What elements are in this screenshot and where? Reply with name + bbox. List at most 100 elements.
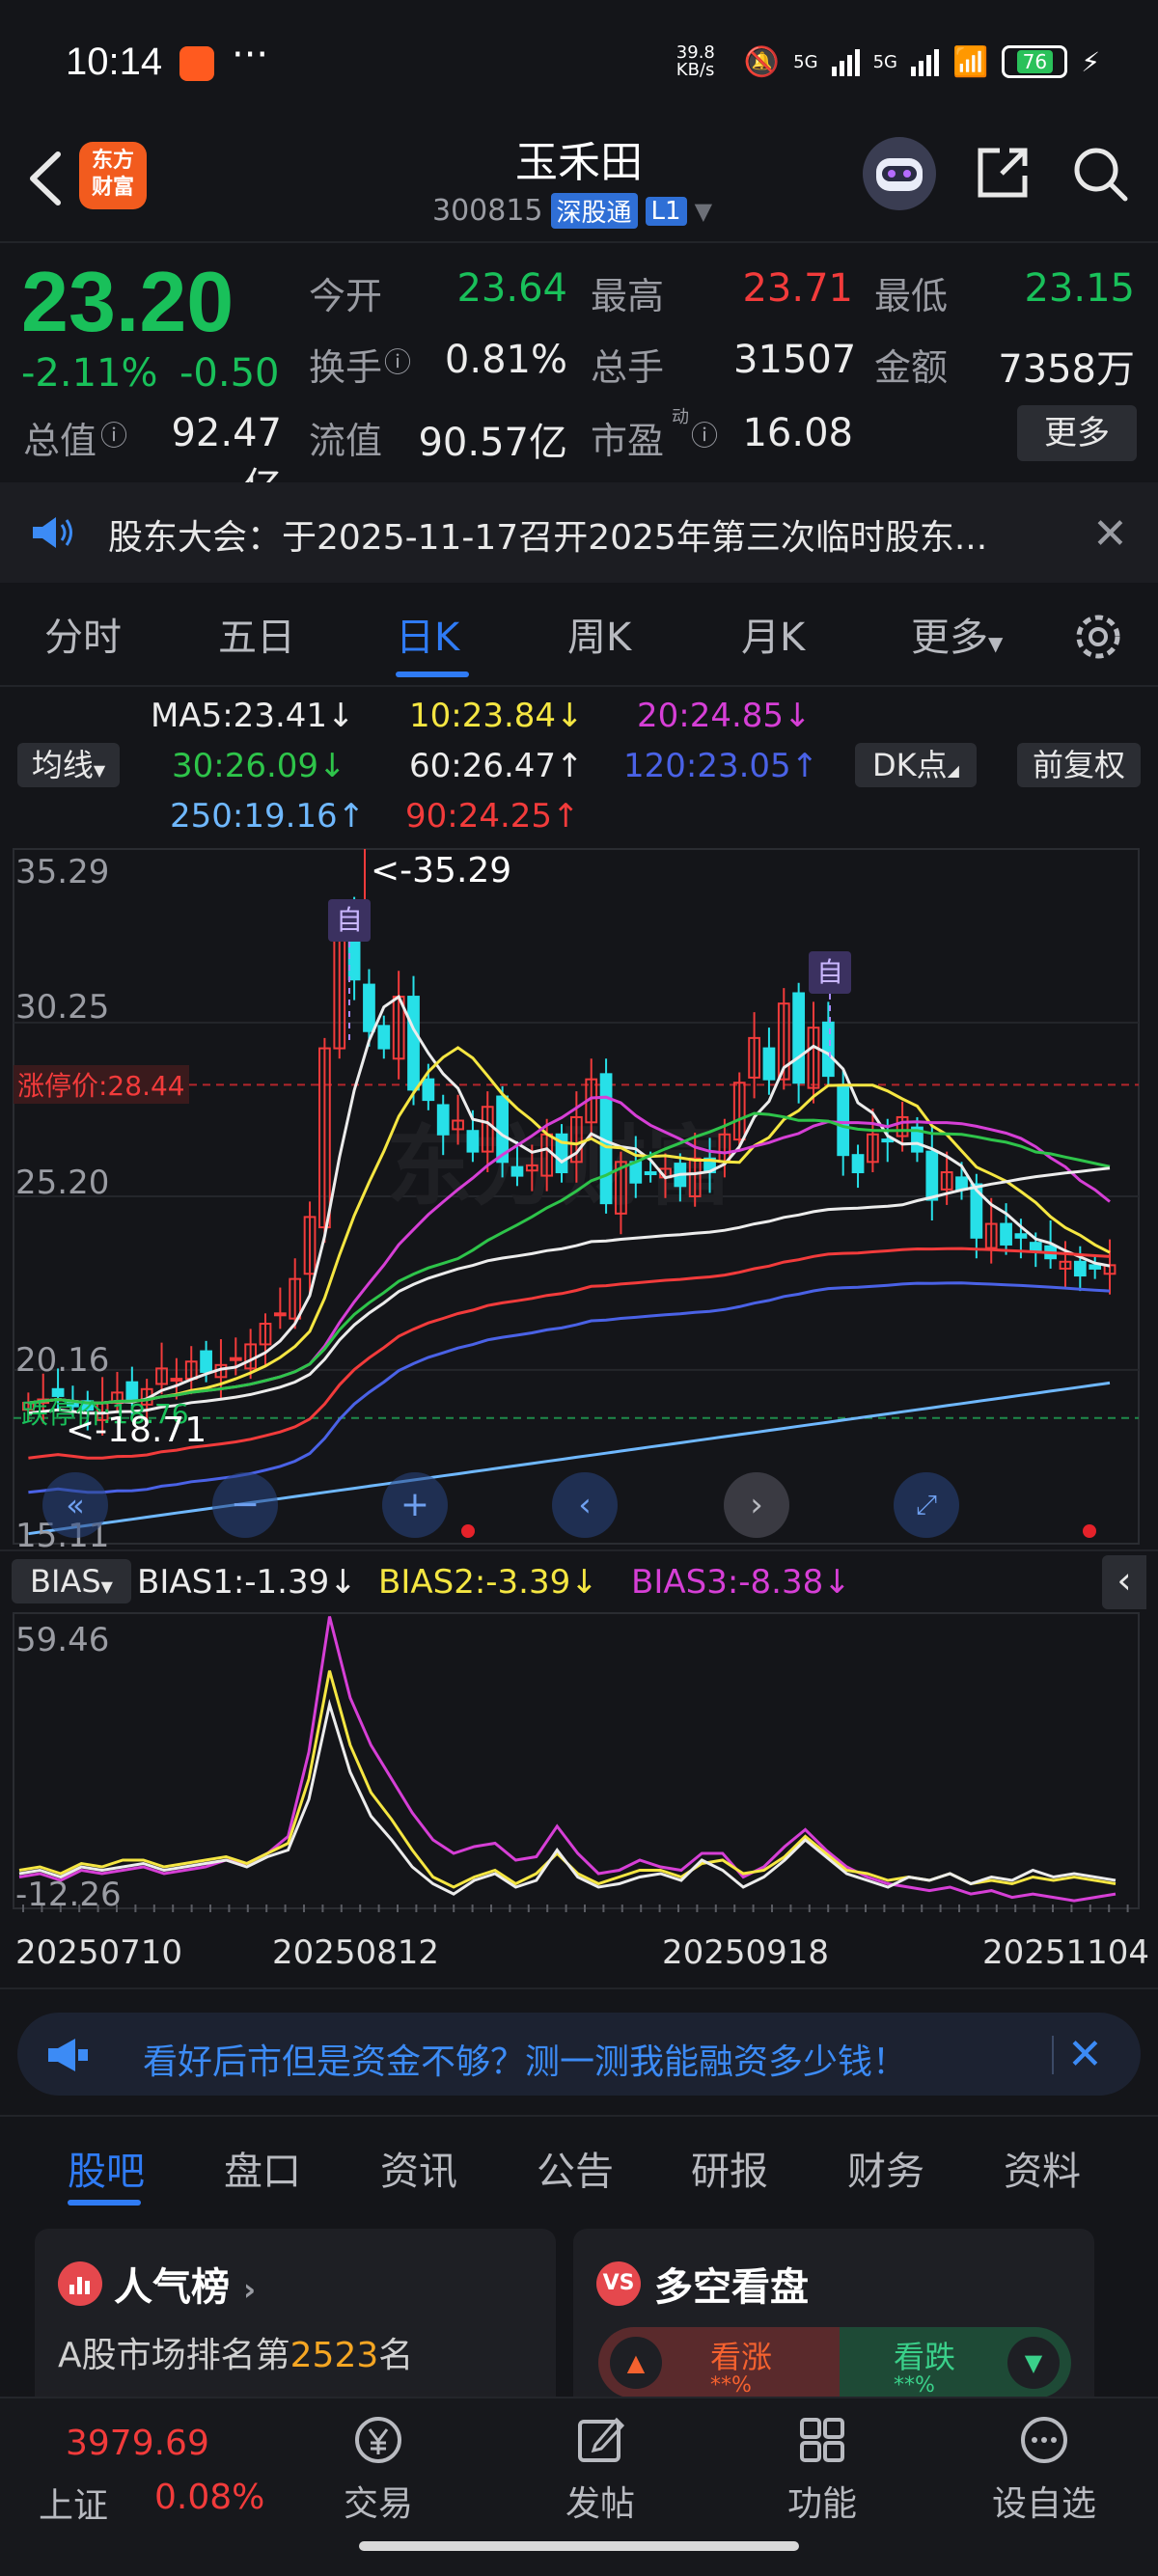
- bias-selector-label: BIAS: [30, 1563, 101, 1600]
- open-label: 今开: [309, 275, 383, 317]
- candle-body: [837, 1084, 850, 1157]
- ranking-icon: [58, 2261, 102, 2306]
- fullscreen-icon[interactable]: ⤢: [894, 1472, 959, 1538]
- stock-subtitle[interactable]: 300815 深股通 L1 ▼: [432, 193, 712, 229]
- popularity-card[interactable]: [35, 2229, 556, 2422]
- tab-daily-k[interactable]: 日K: [396, 606, 459, 662]
- scroll-left-icon[interactable]: ‹: [552, 1472, 618, 1538]
- close-icon[interactable]: ✕: [1067, 2030, 1103, 2079]
- date-label: 20250812: [272, 1933, 440, 1972]
- more-notifications-icon: ···: [232, 33, 269, 77]
- close-icon[interactable]: ✕: [1092, 509, 1128, 559]
- bias3-value: BIAS3:-8.38: [631, 1563, 824, 1602]
- mute-icon: 🔕: [743, 44, 781, 79]
- ma20-value: 20:24.85: [637, 697, 785, 735]
- tab-intraday[interactable]: 分时: [44, 606, 122, 662]
- nav-functions[interactable]: 功能: [745, 2412, 899, 2526]
- zoom-in-icon[interactable]: +: [382, 1472, 448, 1538]
- float-cap-label: 流值: [309, 420, 383, 462]
- nav-watchlist[interactable]: 设自选: [967, 2412, 1121, 2526]
- bull-button[interactable]: ▲ 看涨 **%: [598, 2327, 840, 2398]
- event-dot: [461, 1524, 475, 1538]
- divider: [0, 1549, 1158, 1551]
- candle-body: [363, 983, 375, 1032]
- rank-suffix: 名: [378, 2336, 414, 2375]
- event-dot: [1083, 1524, 1096, 1538]
- nav-trade[interactable]: 交易: [301, 2412, 455, 2526]
- zoom-out-icon[interactable]: −: [212, 1472, 278, 1538]
- dk-point-label: DK点: [872, 747, 948, 783]
- tab-announcements[interactable]: 公告: [537, 2140, 614, 2196]
- change-amount: -0.50: [179, 351, 280, 396]
- nav-trade-label: 交易: [343, 2484, 413, 2524]
- info-icon[interactable]: ⓘ: [100, 415, 127, 453]
- more-button[interactable]: 更多: [1017, 405, 1137, 461]
- tab-research[interactable]: 研报: [691, 2140, 768, 2196]
- nav-post[interactable]: 发帖: [523, 2412, 677, 2526]
- index-change[interactable]: 0.08%: [154, 2478, 264, 2517]
- scroll-left-fast-icon[interactable]: «: [42, 1472, 108, 1538]
- divider: [0, 2115, 1158, 2117]
- home-indicator[interactable]: [359, 2541, 799, 2551]
- index-value[interactable]: 3979.69: [66, 2424, 209, 2463]
- high-label: 最高: [591, 275, 665, 317]
- index-name[interactable]: 上证: [39, 2478, 108, 2528]
- ma60-label: 60:26.47↑: [409, 747, 584, 785]
- ai-assistant-icon[interactable]: [863, 137, 936, 210]
- amount-label: 金额: [874, 346, 949, 389]
- ma5-value: MA5:23.41: [151, 697, 328, 735]
- vs-icon: VS: [596, 2261, 641, 2306]
- date-label: 20250710: [15, 1933, 183, 1972]
- high-value: 23.71: [742, 266, 853, 311]
- pe-superscript: 动: [672, 407, 689, 427]
- bias2-line: [18, 1670, 1117, 1889]
- tab-financials[interactable]: 财务: [847, 2140, 924, 2196]
- gear-icon[interactable]: [1069, 608, 1127, 666]
- ma120-label: 120:23.05↑: [623, 747, 819, 785]
- ma10-label: 10:23.84↓: [409, 697, 584, 735]
- divider: [0, 241, 1158, 243]
- notice-text: 股东大会：于2025-11-17召开2025年第三次临时股东...: [108, 518, 988, 558]
- candle-body: [762, 1047, 776, 1081]
- self-select-marker[interactable]: 自: [809, 951, 851, 994]
- bear-button[interactable]: 看跌 **% ▼: [840, 2327, 1071, 2398]
- tab-orderbook[interactable]: 盘口: [224, 2140, 301, 2196]
- date-label: 20251104: [982, 1933, 1150, 1972]
- tab-forum[interactable]: 股吧: [68, 2140, 145, 2196]
- scroll-right-icon[interactable]: ›: [724, 1472, 789, 1538]
- collapse-icon[interactable]: ‹: [1102, 1555, 1146, 1609]
- tab-more[interactable]: 更多▼: [911, 606, 1003, 662]
- charging-icon: ⚡: [1081, 45, 1100, 78]
- chevron-down-icon: ▼: [694, 197, 713, 225]
- signal-label-2: 5G: [872, 51, 897, 72]
- tab-monthly-k[interactable]: 月K: [741, 606, 805, 662]
- info-icon[interactable]: ⓘ: [691, 415, 718, 453]
- tab-five-day[interactable]: 五日: [218, 606, 295, 662]
- info-icon[interactable]: ⓘ: [384, 342, 411, 380]
- self-select-marker[interactable]: 自: [328, 899, 371, 942]
- last-price: 23.20: [21, 254, 234, 349]
- ma30-label: 30:26.09↓: [172, 747, 346, 785]
- bias-selector[interactable]: BIAS▼: [12, 1559, 131, 1603]
- share-icon[interactable]: [973, 143, 1033, 203]
- candle-body: [851, 1154, 865, 1174]
- yen-icon: [355, 2417, 401, 2463]
- pe-label: 市盈: [591, 420, 665, 462]
- up-arrow-icon: ▲: [610, 2337, 662, 2389]
- tab-profile[interactable]: 资料: [1004, 2140, 1081, 2196]
- tab-weekly-k[interactable]: 周K: [567, 606, 631, 662]
- bias-chart[interactable]: [0, 1603, 1158, 1912]
- candle-body: [1029, 1242, 1042, 1253]
- tab-news[interactable]: 资讯: [380, 2140, 457, 2196]
- candle-body: [436, 1104, 450, 1136]
- dk-point-button[interactable]: DK点◢: [855, 743, 977, 787]
- candle-body: [510, 1165, 524, 1177]
- signal-icon: [831, 47, 860, 76]
- tab-more-label: 更多: [911, 616, 988, 660]
- ma90-value: 90:24.25: [405, 797, 553, 836]
- caret-down-icon: ▼: [93, 761, 106, 780]
- indicator-selector[interactable]: 均线▼: [17, 743, 120, 787]
- adjust-button[interactable]: 前复权: [1017, 743, 1141, 787]
- candle-body: [170, 1378, 183, 1383]
- search-icon[interactable]: [1069, 143, 1131, 205]
